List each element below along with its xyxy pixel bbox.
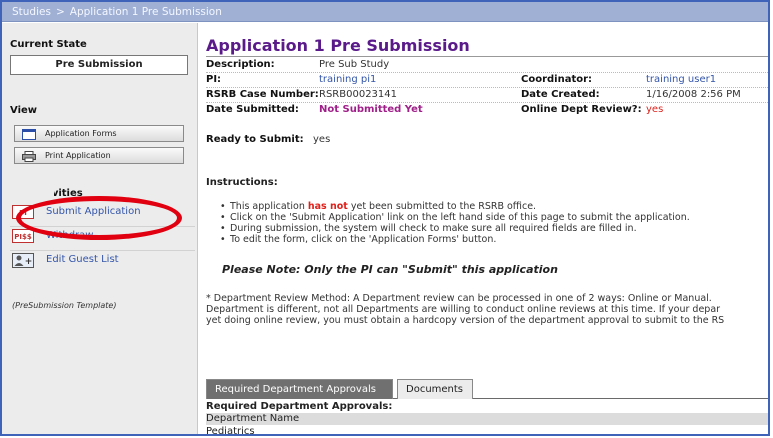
template-note: (PreSubmission Template) bbox=[12, 301, 117, 310]
department-review-line: Department is different, not all Departm… bbox=[206, 304, 721, 315]
current-state-heading: Current State bbox=[10, 39, 87, 50]
main-content: Application 1 Pre Submission Description… bbox=[206, 23, 768, 436]
table-row: Pediatrics bbox=[206, 426, 255, 436]
svg-text:PI$$: PI$$ bbox=[14, 233, 32, 241]
pi-value-link[interactable]: training pi1 bbox=[319, 74, 376, 85]
description-label: Description: bbox=[206, 59, 275, 70]
not-submitted-emphasis: has not bbox=[307, 201, 348, 212]
print-application-button[interactable]: Print Application bbox=[14, 147, 184, 164]
row-divider bbox=[206, 72, 768, 73]
application-forms-label: Application Forms bbox=[45, 129, 117, 138]
breadcrumb-current-link[interactable]: Application 1 Pre Submission bbox=[70, 6, 222, 18]
tab-bar: Required Department Approvals Documents bbox=[206, 379, 768, 399]
date-submitted-value: Not Submitted Yet bbox=[319, 104, 423, 115]
tab-documents[interactable]: Documents bbox=[397, 379, 473, 399]
ready-to-submit-value: yes bbox=[313, 134, 331, 145]
add-user-icon: + bbox=[12, 253, 34, 271]
department-review-line: yet doing online review, you must obtain… bbox=[206, 315, 725, 326]
breadcrumb-separator: > bbox=[55, 6, 65, 18]
description-value: Pre Sub Study bbox=[319, 59, 390, 70]
date-created-label: Date Created: bbox=[521, 89, 600, 100]
table-header-department-name: Department Name bbox=[206, 413, 768, 425]
date-created-value: 1/16/2008 2:56 PM bbox=[646, 89, 741, 100]
ready-to-submit-label: Ready to Submit: bbox=[206, 134, 304, 145]
row-divider bbox=[206, 102, 768, 103]
app-window: Studies > Application 1 Pre Submission Cur… bbox=[0, 0, 770, 436]
pi-submit-note: Please Note: Only the PI can "Submit" th… bbox=[222, 263, 558, 276]
breadcrumb-studies-link[interactable]: Studies bbox=[12, 6, 51, 18]
breadcrumb: Studies > Application 1 Pre Submission bbox=[2, 2, 768, 22]
highlight-annotation-oval bbox=[16, 196, 182, 240]
pi-label: PI: bbox=[206, 74, 222, 85]
coordinator-value-link[interactable]: training user1 bbox=[646, 74, 716, 85]
current-state-value: Pre Submission bbox=[10, 55, 188, 75]
activity-edit-guest-list[interactable]: + Edit Guest List bbox=[10, 251, 195, 275]
department-review-line: * Department Review Method: A Department… bbox=[206, 293, 712, 304]
print-application-label: Print Application bbox=[45, 151, 111, 160]
case-number-value: RSRB00023141 bbox=[319, 89, 398, 100]
instructions-heading: Instructions: bbox=[206, 177, 278, 188]
sidebar: Current State Pre Submission View Applic… bbox=[2, 23, 198, 434]
online-review-value: yes bbox=[646, 104, 664, 115]
view-heading: View bbox=[10, 105, 38, 116]
required-approvals-heading: Required Department Approvals: bbox=[206, 401, 393, 412]
date-submitted-label: Date Submitted: bbox=[206, 104, 299, 115]
instruction-item: To edit the form, click on the 'Applicat… bbox=[220, 234, 768, 245]
title-divider bbox=[206, 56, 768, 57]
window-icon bbox=[22, 129, 36, 145]
department-review-text: * Department Review Method: A Department… bbox=[206, 293, 768, 326]
online-review-label: Online Dept Review?: bbox=[521, 104, 642, 115]
pi-badge-icon: PI$$ bbox=[12, 229, 34, 246]
instruction-item: This application has not yet been submit… bbox=[220, 201, 768, 212]
application-forms-button[interactable]: Application Forms bbox=[14, 125, 184, 142]
instruction-item: Click on the 'Submit Application' link o… bbox=[220, 212, 768, 223]
instructions-list: This application has not yet been submit… bbox=[220, 201, 768, 245]
row-divider bbox=[206, 87, 768, 88]
edit-guest-list-link[interactable]: Edit Guest List bbox=[46, 254, 119, 265]
tab-required-department-approvals[interactable]: Required Department Approvals bbox=[206, 379, 393, 399]
coordinator-label: Coordinator: bbox=[521, 74, 593, 85]
printer-icon bbox=[22, 151, 36, 167]
svg-text:+: + bbox=[25, 257, 33, 267]
instruction-item: During submission, the system will check… bbox=[220, 223, 768, 234]
page-title: Application 1 Pre Submission bbox=[206, 36, 470, 55]
case-number-label: RSRB Case Number: bbox=[206, 89, 319, 100]
